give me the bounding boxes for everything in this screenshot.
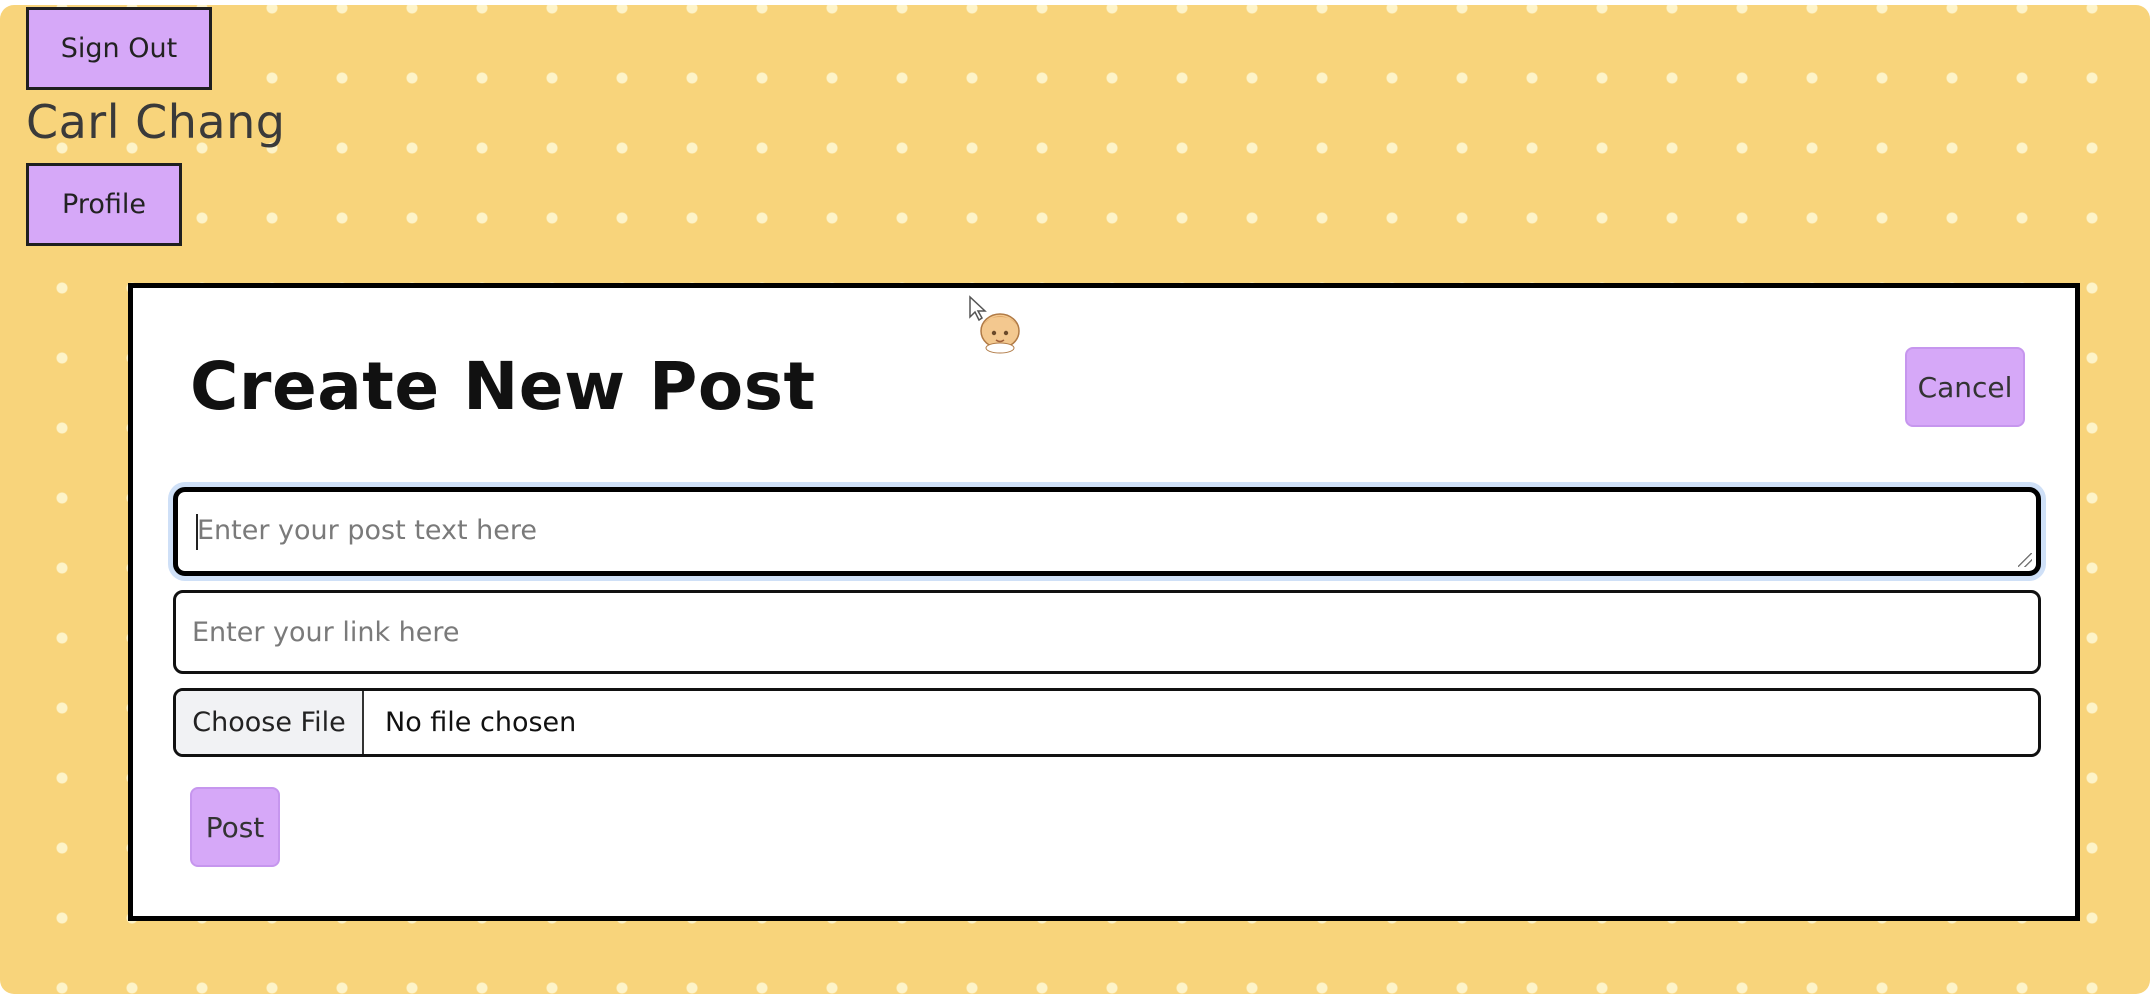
resize-grip-icon[interactable]	[2018, 553, 2032, 567]
create-post-card: Create New Post Cancel Enter your post t…	[128, 283, 2080, 921]
file-status: No file chosen	[385, 707, 577, 738]
choose-file-button[interactable]: Choose File	[176, 691, 364, 754]
sign-out-button[interactable]: Sign Out	[26, 7, 212, 90]
user-name: Carl Chang	[26, 95, 286, 149]
profile-button[interactable]: Profile	[26, 163, 182, 246]
text-caret	[196, 514, 198, 550]
anime-cursor-icon	[969, 295, 1020, 354]
cancel-button[interactable]: Cancel	[1905, 347, 2025, 427]
page-title: Create New Post	[190, 348, 816, 425]
file-input[interactable]: Choose File No file chosen	[173, 688, 2041, 757]
link-placeholder: Enter your link here	[192, 617, 460, 648]
page-background: Sign Out Carl Chang Profile Create New P…	[0, 5, 2150, 994]
post-text-input[interactable]: Enter your post text here	[173, 487, 2041, 576]
link-input[interactable]: Enter your link here	[173, 590, 2041, 674]
post-button[interactable]: Post	[190, 787, 280, 867]
post-text-placeholder: Enter your post text here	[197, 515, 537, 546]
